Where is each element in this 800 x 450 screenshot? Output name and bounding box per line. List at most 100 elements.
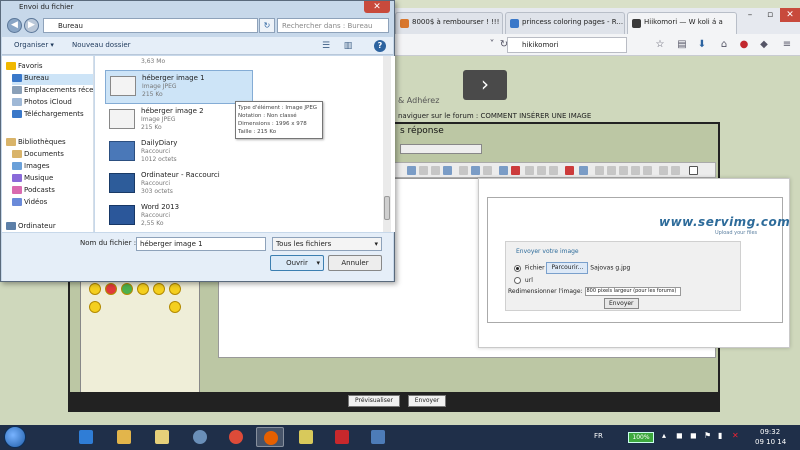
smiley-icon[interactable]	[137, 283, 149, 295]
format-icon[interactable]	[565, 166, 574, 175]
path-breadcrumb[interactable]: Bureau	[43, 18, 258, 33]
address-input[interactable]: hikikomori	[507, 37, 627, 53]
file-item[interactable]: Word 2013 Raccourci 2,55 Ko	[105, 200, 253, 232]
cancel-button[interactable]: Annuler	[328, 255, 382, 271]
nav-desktop[interactable]: Bureau	[12, 74, 93, 85]
view-options-icon[interactable]: ☰	[320, 40, 332, 52]
taskbar-app[interactable]	[364, 427, 392, 447]
format-icon[interactable]	[471, 166, 480, 175]
smiley-icon[interactable]	[169, 283, 181, 295]
back-arrow-icon[interactable]: ◀	[7, 18, 22, 33]
network-icon[interactable]: ▮	[718, 432, 726, 440]
minimize-icon[interactable]: –	[740, 8, 760, 22]
menu-icon[interactable]: ≡	[780, 38, 794, 52]
nav-computer[interactable]: Ordinateur	[6, 222, 56, 232]
new-folder-button[interactable]: Nouveau dossier	[72, 41, 131, 49]
filename-input[interactable]: héberger image 1	[136, 237, 266, 251]
download-icon[interactable]: ⬇	[695, 38, 709, 52]
next-arrow-button[interactable]: ›	[463, 70, 507, 100]
url-radio[interactable]	[514, 277, 521, 284]
volume-muted-icon[interactable]: ✕	[732, 432, 740, 440]
nav-downloads[interactable]: Téléchargements	[12, 110, 84, 121]
taskbar-app[interactable]	[72, 427, 100, 447]
nav-images[interactable]: Images	[12, 162, 50, 173]
nav-favorites[interactable]: Favoris	[6, 62, 43, 73]
start-button-icon[interactable]	[4, 426, 26, 448]
file-item[interactable]: Ordinateur - Raccourci Raccourci 303 oct…	[105, 168, 253, 202]
format-icon[interactable]	[549, 166, 558, 175]
folder-search-input[interactable]: Rechercher dans : Bureau	[277, 18, 389, 33]
format-icon[interactable]	[607, 166, 616, 175]
taskbar-acrobat[interactable]	[328, 427, 356, 447]
format-icon[interactable]	[511, 166, 520, 175]
taskbar-explorer[interactable]	[110, 427, 138, 447]
preview-button[interactable]: Prévisualiser	[348, 395, 400, 407]
open-button[interactable]: Ouvrir ▾	[270, 255, 324, 271]
smiley-icon[interactable]	[89, 283, 101, 295]
battery-indicator[interactable]: 100%	[628, 432, 654, 443]
nav-videos[interactable]: Vidéos	[12, 198, 47, 209]
format-icon[interactable]	[525, 166, 534, 175]
more-icon[interactable]	[689, 166, 698, 175]
smiley-icon[interactable]	[89, 301, 101, 313]
refresh-icon[interactable]: ↻	[259, 18, 275, 33]
filetype-select[interactable]: Tous les fichiers ▾	[272, 237, 382, 251]
file-item[interactable]: héberger image 2 Image JPEG 215 Ko	[105, 104, 253, 138]
format-icon[interactable]	[595, 166, 604, 175]
language-indicator[interactable]: FR	[594, 432, 603, 440]
help-icon[interactable]: ?	[374, 40, 386, 52]
flag-icon[interactable]: ⚑	[704, 432, 712, 440]
nav-recent[interactable]: Emplacements récents	[12, 86, 93, 97]
format-icon[interactable]	[499, 166, 508, 175]
addon-icon[interactable]: ◆	[757, 38, 771, 52]
tray-chevron-icon[interactable]: ▴	[662, 432, 670, 440]
format-icon[interactable]	[483, 166, 492, 175]
nav-podcasts[interactable]: Podcasts	[12, 186, 55, 197]
star-icon[interactable]: ☆	[653, 38, 667, 52]
dialog-close-icon[interactable]: ✕	[364, 1, 390, 13]
file-item[interactable]: DailyDiary Raccourci 1012 octets	[105, 136, 253, 170]
format-icon[interactable]	[419, 166, 428, 175]
format-icon[interactable]	[459, 166, 468, 175]
nav-libraries[interactable]: Bibliothèques	[6, 138, 66, 149]
taskbar-chrome[interactable]	[222, 427, 250, 447]
organize-menu[interactable]: Organiser ▾	[14, 41, 54, 49]
home-icon[interactable]: ⌂	[717, 38, 731, 52]
tray-app-icon[interactable]: ◼	[676, 432, 684, 440]
subject-input[interactable]	[400, 144, 482, 154]
format-icon[interactable]	[671, 166, 680, 175]
smiley-icon[interactable]	[105, 283, 117, 295]
smiley-icon[interactable]	[169, 301, 181, 313]
nav-icloud-photos[interactable]: Photos iCloud	[12, 98, 72, 109]
file-list-scrollbar[interactable]	[383, 56, 391, 232]
nav-music[interactable]: Musique	[12, 174, 53, 185]
format-icon[interactable]	[659, 166, 668, 175]
format-icon[interactable]	[631, 166, 640, 175]
clock-date[interactable]: 09 10 14	[755, 438, 786, 446]
tray-app-icon[interactable]: ◼	[690, 432, 698, 440]
nav-documents[interactable]: Documents	[12, 150, 64, 161]
format-icon[interactable]	[643, 166, 652, 175]
format-icon[interactable]	[407, 166, 416, 175]
format-icon[interactable]	[619, 166, 628, 175]
forum-help-link[interactable]: naviguer sur le forum : COMMENT INSÉRER …	[398, 112, 591, 120]
tab-remboursement[interactable]: 8000$ à rembourser ! !!!	[395, 12, 503, 34]
taskbar-app[interactable]	[292, 427, 320, 447]
taskbar-firefox[interactable]	[256, 427, 284, 447]
taskbar-app[interactable]	[148, 427, 176, 447]
format-icon[interactable]	[537, 166, 546, 175]
file-radio[interactable]	[514, 264, 521, 272]
bookmarks-icon[interactable]: ▤	[675, 38, 689, 52]
scrollbar-thumb[interactable]	[384, 196, 390, 220]
resize-select[interactable]: 800 pixels largeur (pour les forums)	[584, 287, 681, 296]
format-icon[interactable]	[443, 166, 452, 175]
browse-button[interactable]: Parcourir...	[546, 262, 589, 274]
preview-pane-icon[interactable]: ▥	[342, 40, 354, 52]
upload-send-button[interactable]: Envoyer	[604, 298, 639, 309]
tab-coloring-pages[interactable]: princess coloring pages - R...	[505, 12, 625, 34]
smiley-icon[interactable]	[121, 283, 133, 295]
pinterest-icon[interactable]: ●	[737, 38, 751, 52]
forward-arrow-icon[interactable]: ▶	[24, 18, 39, 33]
send-button[interactable]: Envoyer	[408, 395, 446, 407]
file-item-selected[interactable]: héberger image 1 Image JPEG 215 Ko	[105, 70, 253, 104]
